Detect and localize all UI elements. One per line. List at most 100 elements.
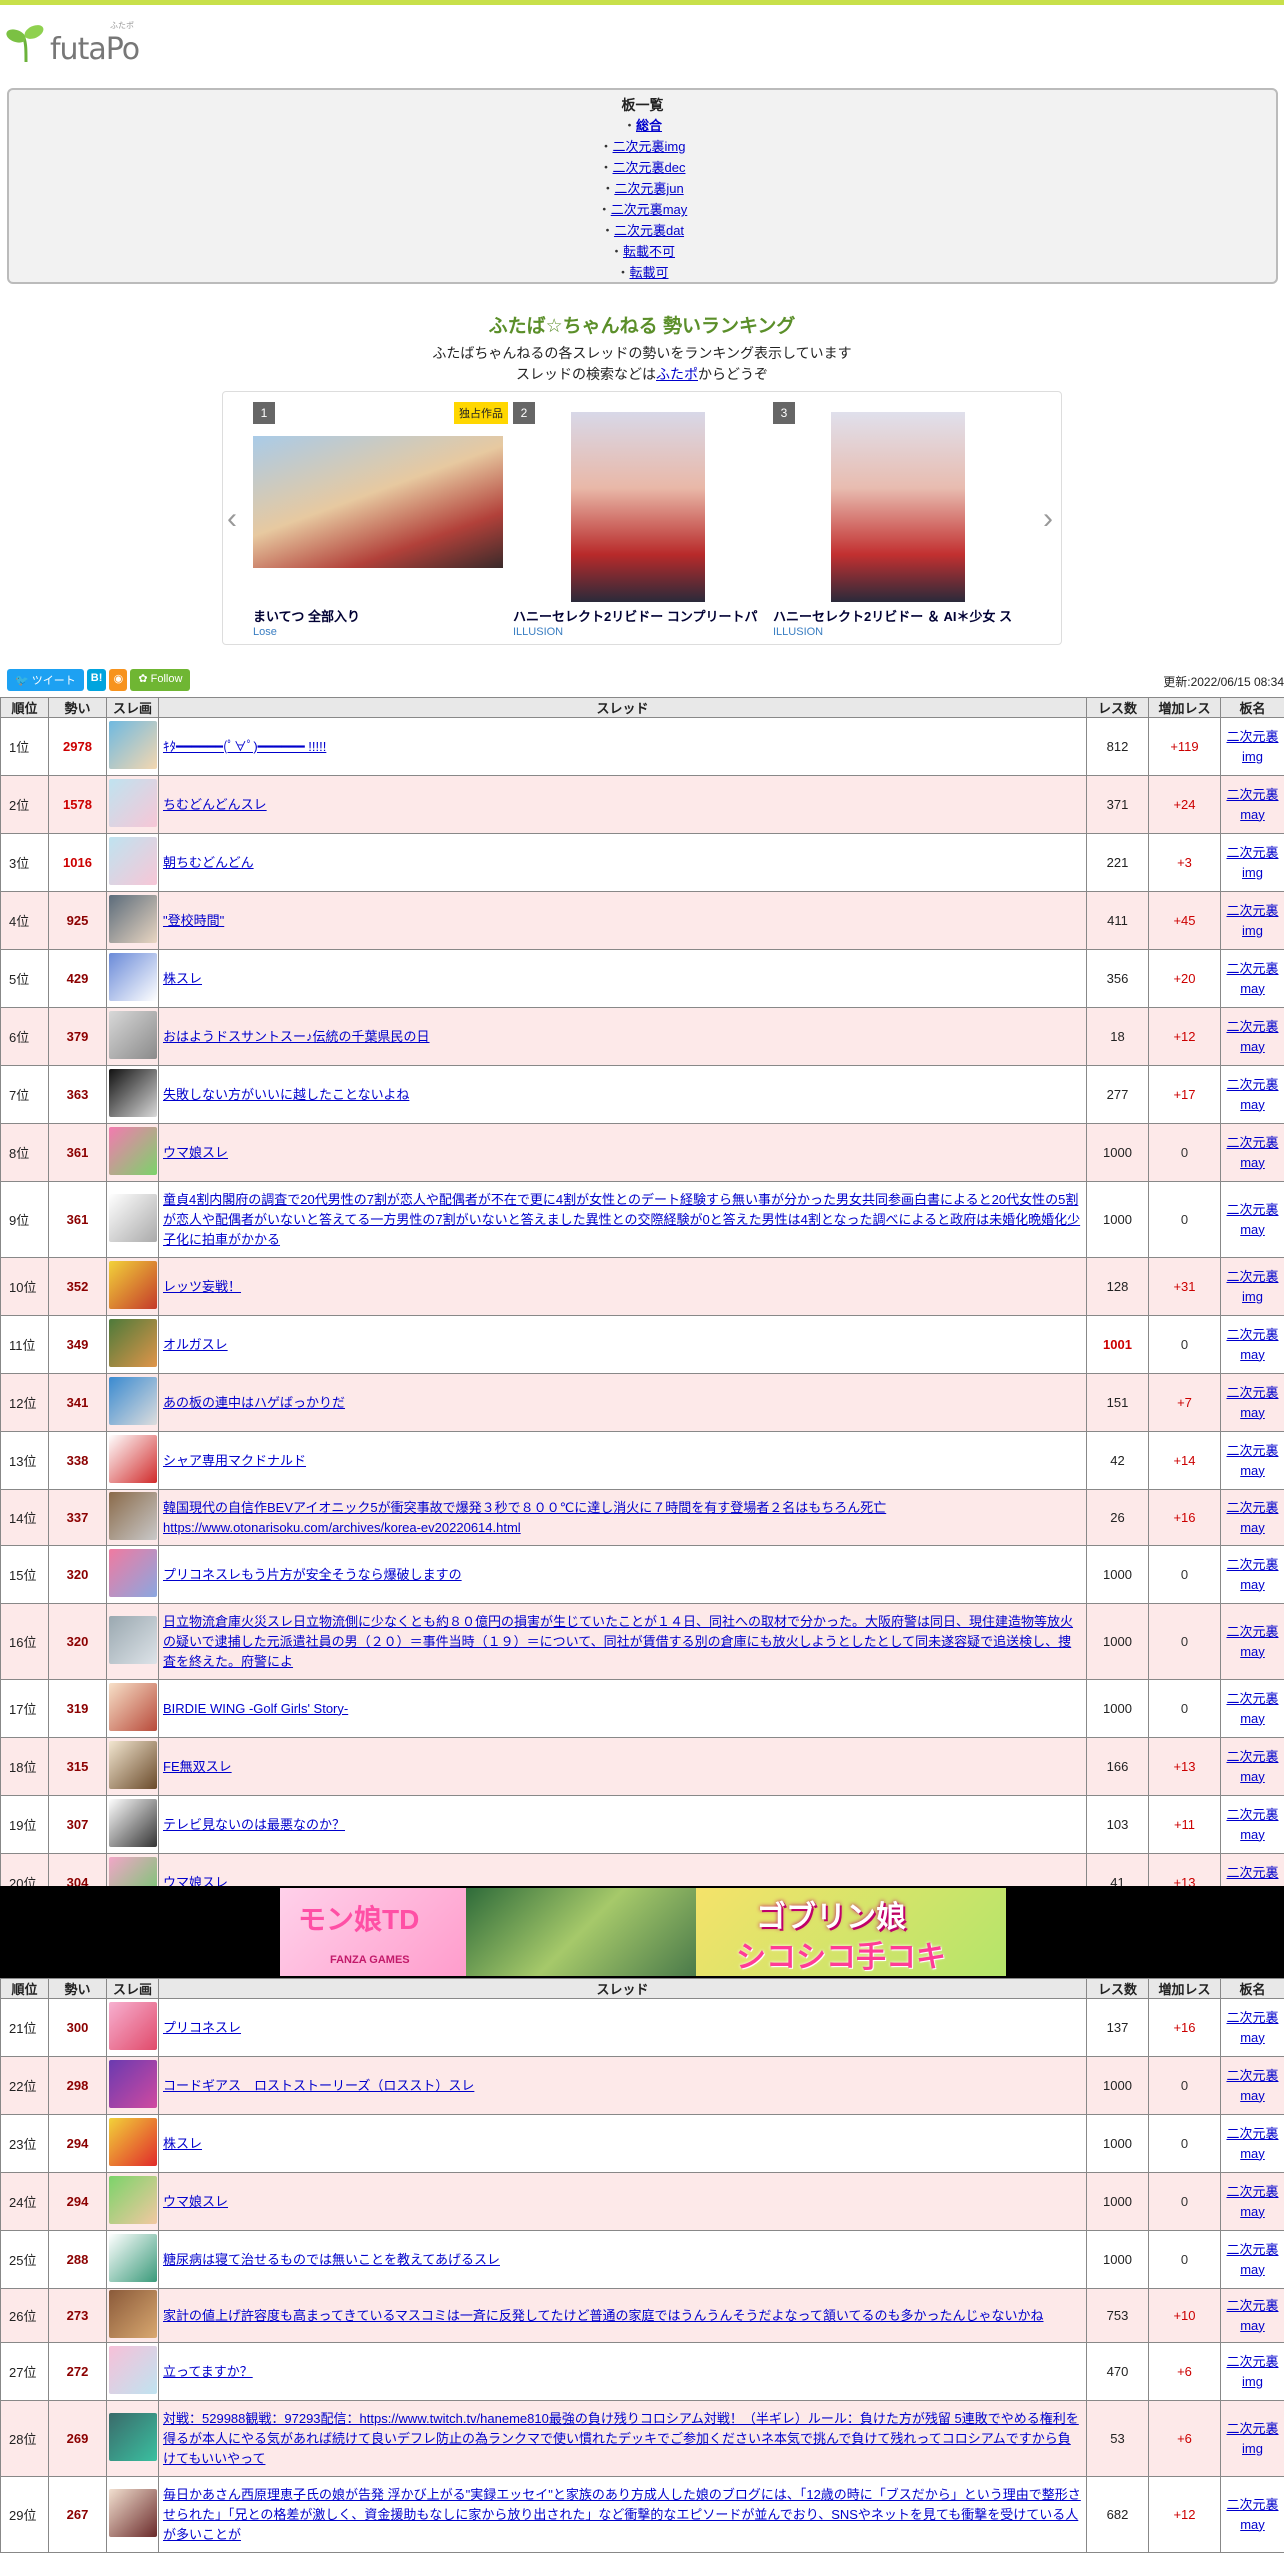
product-image[interactable] bbox=[253, 436, 503, 568]
thumbnail-cell[interactable] bbox=[106, 1257, 159, 1316]
thumbnail-cell[interactable] bbox=[106, 949, 159, 1008]
thread-thumbnail[interactable] bbox=[108, 2060, 157, 2108]
board-name-link[interactable]: 二次元裏img bbox=[1226, 729, 1278, 764]
product-image[interactable] bbox=[571, 412, 705, 602]
board-name-link[interactable]: 二次元裏may bbox=[1226, 1749, 1278, 1784]
thumbnail-cell[interactable] bbox=[106, 1431, 159, 1490]
thread-link[interactable]: あの板の連中はハゲばっかりだ bbox=[163, 1395, 345, 1410]
ad-character-image[interactable] bbox=[466, 1888, 696, 1976]
board-name-link[interactable]: 二次元裏img bbox=[1226, 2421, 1278, 2456]
board-link[interactable]: 二次元裏dec bbox=[613, 160, 686, 175]
follow-button[interactable]: ✿ Follow bbox=[130, 669, 191, 691]
thumbnail-cell[interactable] bbox=[106, 1123, 159, 1182]
thread-link[interactable]: ウマ娘スレ bbox=[163, 1145, 228, 1160]
board-name-link[interactable]: 二次元裏may bbox=[1226, 1135, 1278, 1170]
thumbnail-cell[interactable] bbox=[106, 1315, 159, 1374]
board-name-link[interactable]: 二次元裏may bbox=[1226, 1077, 1278, 1112]
thumbnail-cell[interactable] bbox=[106, 1998, 159, 2057]
board-name-link[interactable]: 二次元裏img bbox=[1226, 1269, 1278, 1304]
board-name-link[interactable]: 二次元裏may bbox=[1226, 2010, 1278, 2045]
board-link[interactable]: 転載可 bbox=[630, 265, 669, 280]
site-logo[interactable]: futaPo ふたポ bbox=[6, 21, 156, 67]
hatena-bookmark-button[interactable]: B! bbox=[86, 669, 107, 691]
board-name-link[interactable]: 二次元裏may bbox=[1226, 1019, 1278, 1054]
board-name-link[interactable]: 二次元裏may bbox=[1226, 961, 1278, 996]
board-name-link[interactable]: 二次元裏may bbox=[1226, 2497, 1278, 2532]
ad-banner[interactable]: モン娘TD FANZA GAMES ゴブリン娘 シコシコ手コキ bbox=[280, 1888, 1006, 1976]
thread-thumbnail[interactable] bbox=[108, 1683, 157, 1731]
thread-link[interactable]: テレビ見ないのは最悪なのか？ bbox=[163, 1817, 345, 1832]
board-name-link[interactable]: 二次元裏img bbox=[1226, 903, 1278, 938]
thread-link[interactable]: 日立物流倉庫火災スレ日立物流側に少なくとも約８０億円の損害が生じていたことが１４… bbox=[163, 1614, 1073, 1669]
board-link[interactable]: 二次元裏dat bbox=[614, 223, 684, 238]
board-name-link[interactable]: 二次元裏may bbox=[1226, 2068, 1278, 2103]
thumbnail-cell[interactable] bbox=[106, 2114, 159, 2173]
thumbnail-cell[interactable] bbox=[106, 1181, 159, 1258]
futapo-link[interactable]: ふたポ bbox=[656, 366, 698, 382]
thread-thumbnail[interactable] bbox=[108, 1616, 157, 1664]
board-link[interactable]: 二次元裏jun bbox=[614, 181, 683, 196]
board-link[interactable]: 二次元裏may bbox=[611, 202, 688, 217]
carousel-next-icon[interactable]: › bbox=[1043, 502, 1053, 536]
thread-thumbnail[interactable] bbox=[108, 1549, 157, 1597]
product-title[interactable]: まいてつ 全部入り bbox=[253, 606, 508, 625]
thumbnail-cell[interactable] bbox=[106, 2476, 159, 2553]
thread-link[interactable]: おはようドスサントスー♪伝統の千葉県民の日 bbox=[163, 1029, 430, 1044]
thread-link[interactable]: プリコネスレもう片方が安全そうなら爆破しますの bbox=[163, 1567, 462, 1582]
thread-thumbnail[interactable] bbox=[108, 2346, 157, 2394]
thread-thumbnail[interactable] bbox=[108, 1377, 157, 1425]
thumbnail-cell[interactable] bbox=[106, 2400, 159, 2477]
thread-link[interactable]: 朝ちむどんどん bbox=[163, 855, 254, 870]
thread-thumbnail[interactable] bbox=[108, 2290, 157, 2338]
carousel-item-2[interactable]: 2 ハニーセレクト2リビドー コンプリートパ ILLUSION bbox=[513, 402, 768, 638]
thread-link[interactable]: 立ってますか？ bbox=[163, 2364, 253, 2379]
thread-link[interactable]: シャア専用マクドナルド bbox=[163, 1453, 306, 1468]
thread-thumbnail[interactable] bbox=[108, 953, 157, 1001]
thumbnail-cell[interactable] bbox=[106, 1679, 159, 1738]
thumbnail-cell[interactable] bbox=[106, 2230, 159, 2289]
board-name-link[interactable]: 二次元裏may bbox=[1226, 1202, 1278, 1237]
thumbnail-cell[interactable] bbox=[106, 1489, 159, 1546]
thumbnail-cell[interactable] bbox=[106, 1065, 159, 1124]
product-maker[interactable]: Lose bbox=[253, 626, 277, 638]
board-name-link[interactable]: 二次元裏img bbox=[1226, 2354, 1278, 2389]
board-name-link[interactable]: 二次元裏may bbox=[1226, 787, 1278, 822]
thread-link[interactable]: オルガスレ bbox=[163, 1337, 228, 1352]
board-name-link[interactable]: 二次元裏img bbox=[1226, 845, 1278, 880]
board-name-link[interactable]: 二次元裏may bbox=[1226, 1327, 1278, 1362]
thread-thumbnail[interactable] bbox=[108, 2413, 157, 2461]
thread-thumbnail[interactable] bbox=[108, 1011, 157, 1059]
thread-thumbnail[interactable] bbox=[108, 895, 157, 943]
thread-thumbnail[interactable] bbox=[108, 1069, 157, 1117]
thread-link[interactable]: 家計の値上げ許容度も高まってきているマスコミは一斉に反発してたけど普通の家庭では… bbox=[163, 2308, 1044, 2323]
product-maker[interactable]: ILLUSION bbox=[513, 626, 563, 638]
board-link[interactable]: 二次元裏img bbox=[613, 139, 686, 154]
tweet-button[interactable]: 🐦 ツイート bbox=[7, 669, 84, 691]
thumbnail-cell[interactable] bbox=[106, 1007, 159, 1066]
thread-link[interactable]: 糖尿病は寝て治せるものでは無いことを教えてあげるスレ bbox=[163, 2252, 500, 2267]
product-image[interactable] bbox=[831, 412, 965, 602]
board-link[interactable]: 転載不可 bbox=[623, 244, 675, 259]
thread-thumbnail[interactable] bbox=[108, 837, 157, 885]
thread-thumbnail[interactable] bbox=[108, 1741, 157, 1789]
thread-thumbnail[interactable] bbox=[108, 1194, 157, 1242]
thread-thumbnail[interactable] bbox=[108, 2234, 157, 2282]
thread-link[interactable]: BIRDIE WING -Golf Girls' Story- bbox=[163, 1701, 348, 1716]
ad-left-panel[interactable]: モン娘TD FANZA GAMES bbox=[280, 1888, 466, 1976]
carousel-prev-icon[interactable]: ‹ bbox=[227, 502, 237, 536]
carousel-item-3[interactable]: 3 ハニーセレクト2リビドー ＆ AI＊少女 ス ILLUSION bbox=[773, 402, 1028, 638]
thread-link[interactable]: レッツ妄戦！ bbox=[163, 1279, 241, 1294]
thread-thumbnail[interactable] bbox=[108, 779, 157, 827]
thread-thumbnail[interactable] bbox=[108, 2118, 157, 2166]
board-name-link[interactable]: 二次元裏may bbox=[1226, 1500, 1278, 1535]
thumbnail-cell[interactable] bbox=[106, 775, 159, 834]
thread-thumbnail[interactable] bbox=[108, 2489, 157, 2537]
thread-link[interactable]: コードギアス ロストストーリーズ（ロススト）スレ bbox=[163, 2078, 474, 2093]
board-name-link[interactable]: 二次元裏may bbox=[1226, 1385, 1278, 1420]
thumbnail-cell[interactable] bbox=[106, 1603, 159, 1680]
thumbnail-cell[interactable] bbox=[106, 891, 159, 950]
thumbnail-cell[interactable] bbox=[106, 717, 159, 776]
thread-link[interactable]: プリコネスレ bbox=[163, 2020, 241, 2035]
rss-icon[interactable]: ◉ bbox=[109, 669, 128, 691]
thread-thumbnail[interactable] bbox=[108, 1127, 157, 1175]
